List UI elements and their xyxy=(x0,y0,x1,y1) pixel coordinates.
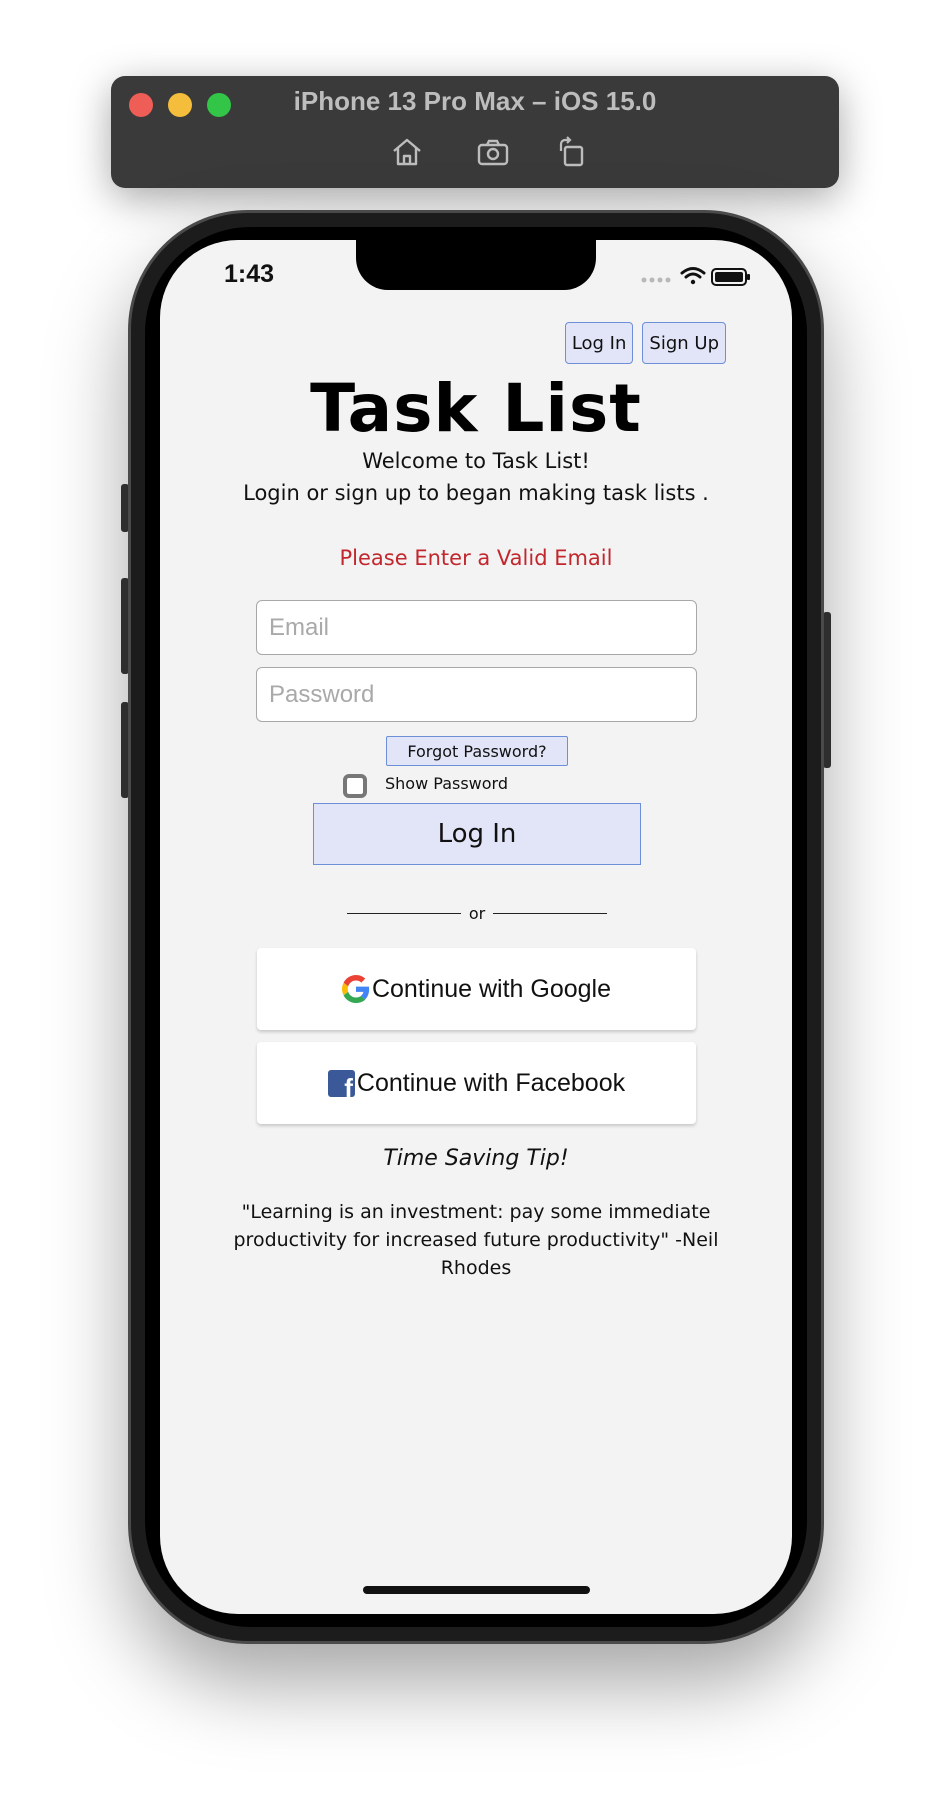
facebook-signin-button[interactable]: f Continue with Facebook xyxy=(257,1042,696,1124)
nav-login-button[interactable]: Log In xyxy=(564,322,634,364)
status-time: 1:43 xyxy=(224,260,275,288)
email-input[interactable] xyxy=(256,600,697,655)
show-password-label: Show Password xyxy=(385,774,508,793)
password-input[interactable] xyxy=(256,667,697,722)
facebook-signin-label: Continue with Facebook xyxy=(356,1068,626,1097)
google-icon xyxy=(341,975,370,1003)
power-button xyxy=(823,612,831,768)
simulator-title: iPhone 13 Pro Max – iOS 15.0 xyxy=(293,86,657,116)
rotate-icon[interactable] xyxy=(553,134,589,170)
app-screen: 1:43 Log In Sign Up Task List Welcome to… xyxy=(160,240,792,1614)
show-password-checkbox[interactable] xyxy=(343,774,367,798)
google-signin-label: Continue with Google xyxy=(371,974,612,1003)
google-signin-button[interactable]: Continue with Google xyxy=(257,948,696,1030)
wifi-icon xyxy=(680,267,706,285)
signal-icon xyxy=(641,277,671,283)
nav-signup-button[interactable]: Sign Up xyxy=(642,322,726,364)
home-indicator[interactable] xyxy=(363,1586,590,1594)
simulator-window-bar: iPhone 13 Pro Max – iOS 15.0 xyxy=(111,76,839,188)
divider-text: or xyxy=(468,904,486,923)
facebook-icon: f xyxy=(327,1069,355,1097)
home-icon[interactable] xyxy=(389,134,425,170)
or-divider: or xyxy=(347,904,607,923)
tip-title: Time Saving Tip! xyxy=(383,1146,569,1171)
divider-line-right xyxy=(493,912,607,915)
divider-line-left xyxy=(347,912,461,915)
notch xyxy=(356,240,596,290)
screenshot-icon[interactable] xyxy=(475,134,511,170)
error-message: Please Enter a Valid Email xyxy=(339,546,613,570)
tagline-text: Login or sign up to began making task li… xyxy=(243,481,709,505)
welcome-text: Welcome to Task List! xyxy=(362,449,590,473)
forgot-password-button[interactable]: Forgot Password? xyxy=(386,736,568,766)
battery-icon xyxy=(711,268,750,286)
login-button[interactable]: Log In xyxy=(313,803,641,865)
page-title: Task List xyxy=(310,370,642,447)
tip-quote: "Learning is an investment: pay some imm… xyxy=(233,1201,719,1279)
status-icons xyxy=(640,264,752,288)
top-nav: Log In Sign Up xyxy=(564,322,726,364)
